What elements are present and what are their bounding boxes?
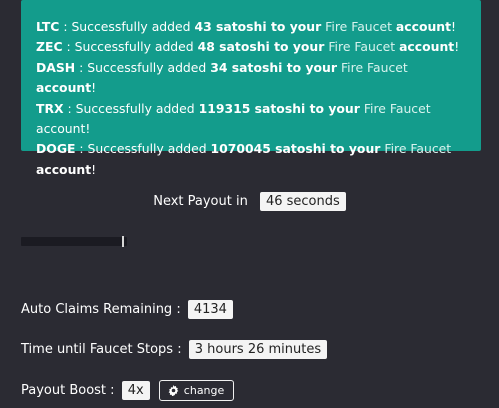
coin-label: DASH [36,59,76,75]
faucet-stop-value: 3 hours 26 minutes [188,340,328,359]
amount-text: 34 satoshi to your [210,59,337,75]
alert-text: : Successfully added [75,141,211,157]
coin-label: ZEC [36,39,63,55]
coin-label: TRX [36,100,64,116]
coin-label: LTC [36,19,60,34]
alert-text: : Successfully added [75,59,211,75]
auto-claims-label: Auto Claims Remaining : [21,302,181,317]
faucet-stop-label: Time until Faucet Stops : [21,342,182,357]
fire-faucet-link[interactable]: Fire Faucet [364,101,431,116]
auto-claims-value: 4134 [187,300,233,319]
amount-text: 119315 satoshi to your [198,100,360,116]
coin-label: DOGE [36,141,76,157]
account-text: account [399,39,455,55]
fire-faucet-link[interactable]: Fire Faucet [328,39,395,54]
faucet-stop-row: Time until Faucet Stops : 3 hours 26 min… [21,339,328,361]
fire-faucet-link[interactable]: Fire Faucet [384,141,451,156]
alert-line-doge: DOGE : Successfully added 1070045 satosh… [36,139,467,180]
exclamation: ! [454,39,460,55]
account-text: account [36,121,86,137]
account-text: account [395,19,452,34]
gear-icon [168,385,179,396]
alert-line-zec: ZEC : Successfully added 48 satoshi to y… [36,37,467,57]
payout-progress-bar [21,237,127,246]
change-boost-button[interactable]: change [158,380,235,401]
amount-text: 48 satoshi to your [197,39,325,55]
alert-text: : Successfully added [59,19,195,34]
fire-faucet-link[interactable]: Fire Faucet [325,19,392,34]
alert-text: : Successfully added [63,100,199,116]
payout-boost-row: Payout Boost : 4x change [21,380,235,402]
account-text: account [36,80,92,96]
payout-progress-indicator [122,236,124,247]
exclamation: ! [85,121,91,137]
auto-claims-row: Auto Claims Remaining : 4134 [21,299,233,321]
exclamation: ! [91,80,97,96]
alert-line-dash: DASH : Successfully added 34 satoshi to … [36,58,467,99]
exclamation: ! [451,19,457,34]
alert-text: : Successfully added [62,39,198,55]
next-payout-label: Next Payout in [153,194,248,209]
account-text: account [36,161,92,177]
faucet-page: LTC : Successfully added 43 satoshi to y… [0,0,499,408]
fire-faucet-link[interactable]: Fire Faucet [341,60,408,75]
success-alert: LTC : Successfully added 43 satoshi to y… [21,0,481,177]
amount-text: 43 satoshi to your [194,19,322,34]
change-button-label: change [183,384,225,397]
amount-text: 1070045 satoshi to your [210,141,381,157]
alert-line-ltc: LTC : Successfully added 43 satoshi to y… [36,17,467,37]
payout-boost-value: 4x [121,381,150,400]
exclamation: ! [91,161,97,177]
next-payout-value: 46 seconds [259,192,346,211]
next-payout-row: Next Payout in 46 seconds [0,191,499,213]
alert-line-trx: TRX : Successfully added 119315 satoshi … [36,99,467,140]
payout-boost-label: Payout Boost : [21,383,115,398]
